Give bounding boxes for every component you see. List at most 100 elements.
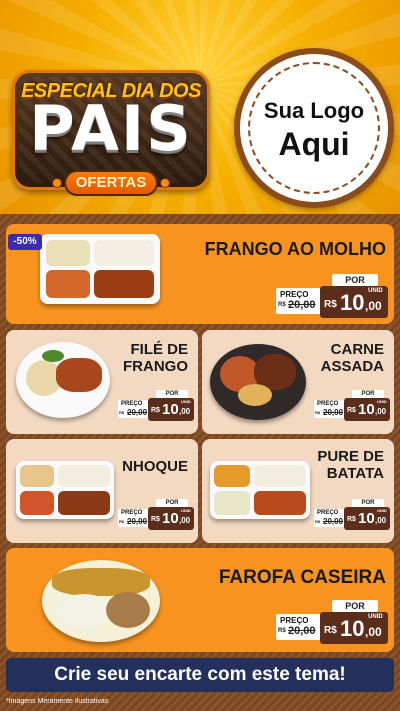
currency: R$ [347, 516, 356, 523]
product-name: PURE DE BATATA [302, 448, 384, 482]
food-meat [254, 491, 306, 515]
old-price: 20,00 [127, 517, 148, 526]
old-price: 20,00 [127, 408, 148, 417]
food-beans [106, 592, 150, 628]
food-herbs [42, 350, 64, 362]
new-price-box: R$ 10 ,00 UNID [148, 398, 194, 421]
product-card-pure-de-batata[interactable]: PURE DE BATATA POR PREÇO R$ 20,00 R$ 10 … [202, 439, 394, 543]
price-integer: 10 [358, 510, 375, 527]
price-decimal: ,00 [375, 407, 387, 416]
price-tag: POR PREÇO R$ 20,00 R$ 10 ,00 UNID [118, 390, 194, 422]
food-rice [56, 594, 112, 628]
currency: R$ [347, 407, 356, 414]
product-name-line1: CARNE [330, 341, 384, 358]
unit-label: UNID [368, 614, 383, 620]
price-integer: 10 [340, 616, 365, 641]
price-integer: 10 [162, 401, 179, 418]
old-currency: R$ [278, 628, 286, 634]
new-price-box: R$ 10 ,00 UNID [320, 286, 388, 318]
product-card-file-de-frango[interactable]: FILÉ DE FRANGO POR PREÇO R$ 20,00 R$ 10 … [6, 330, 198, 434]
badge-main-text: PAIS [29, 92, 193, 165]
price-decimal: ,00 [375, 516, 387, 525]
por-label: POR [332, 274, 378, 286]
food-vegetables [46, 270, 90, 298]
old-price-box: PREÇO R$ 20,00 [276, 614, 322, 640]
old-price: 20,00 [288, 299, 316, 311]
food-rice [46, 240, 90, 266]
por-label: POR [332, 600, 378, 612]
food-image [16, 461, 114, 519]
food-sauce [20, 491, 54, 515]
food-pasta [20, 465, 54, 487]
price-integer: 10 [162, 510, 179, 527]
product-name: NHOQUE [122, 458, 188, 475]
footnote: *Imagens Meramente Ilustrativas [6, 698, 109, 705]
unit-label: UNID [377, 399, 387, 404]
food-chicken [94, 270, 154, 298]
product-name-line2: BATATA [326, 464, 384, 482]
unit-label: UNID [377, 508, 387, 513]
food-image [42, 560, 160, 642]
bolt-icon [160, 178, 170, 188]
product-card-farofa-caseira[interactable]: FAROFA CASEIRA POR PREÇO R$ 20,00 R$ 10 … [6, 548, 394, 652]
product-name: CARNE ASSADA [302, 341, 384, 375]
food-meat [58, 491, 110, 515]
food-image [40, 234, 160, 304]
cta-banner[interactable]: Crie seu encarte com este tema! [6, 658, 394, 692]
product-name: FRANGO AO MOLHO [204, 239, 386, 259]
header: ESPECIAL DIA DOS PAIS OFERTAS Sua Logo A… [0, 0, 400, 214]
discount-badge: -50% [8, 234, 42, 250]
food-rice [58, 465, 110, 487]
food-puree [214, 491, 250, 515]
preco-label: PREÇO [121, 401, 143, 407]
price-tag: POR PREÇO R$ 20,00 R$ 10 ,00 UNID [276, 274, 388, 320]
currency: R$ [324, 625, 337, 636]
product-name-line1: PURE DE [317, 448, 384, 465]
unit-label: UNID [181, 508, 191, 513]
logo-text-line1: Sua Logo [263, 98, 365, 123]
product-name: FILÉ DE FRANGO [106, 341, 188, 375]
product-card-frango-ao-molho[interactable]: FRANGO AO MOLHO POR PREÇO R$ 20,00 R$ 10… [6, 224, 394, 324]
product-card-carne-assada[interactable]: CARNE ASSADA POR PREÇO R$ 20,00 R$ 10 ,0… [202, 330, 394, 434]
food-farofa [52, 568, 150, 596]
currency: R$ [151, 407, 160, 414]
price-decimal: ,00 [365, 625, 382, 639]
old-currency: R$ [278, 302, 286, 308]
old-price: 20,00 [323, 408, 344, 417]
product-card-nhoque[interactable]: NHOQUE POR PREÇO R$ 20,00 R$ 10 ,00 UNID [6, 439, 198, 543]
preco-label: PREÇO [280, 616, 309, 625]
old-price: 20,00 [323, 517, 344, 526]
old-price-box: PREÇO R$ 20,00 [314, 509, 346, 527]
old-currency: R$ [315, 519, 321, 524]
ofertas-pill: OFERTAS [64, 170, 158, 196]
food-rice [254, 465, 306, 487]
new-price-box: R$ 10 ,00 UNID [148, 507, 194, 530]
currency: R$ [151, 516, 160, 523]
especial-dia-dos-pais-badge: ESPECIAL DIA DOS PAIS OFERTAS [8, 56, 214, 198]
food-image [210, 344, 306, 420]
food-image [16, 342, 110, 418]
preco-label: PREÇO [317, 510, 339, 516]
price-decimal: ,00 [179, 407, 191, 416]
food-corn [214, 465, 250, 487]
price-tag: POR PREÇO R$ 20,00 R$ 10 ,00 UNID [314, 499, 390, 531]
bolt-icon [52, 178, 62, 188]
logo-text-line2: Aqui [278, 126, 350, 162]
old-price-box: PREÇO R$ 20,00 [118, 400, 150, 418]
new-price-box: R$ 10 ,00 UNID [344, 507, 390, 530]
price-decimal: ,00 [365, 299, 382, 313]
old-price-box: PREÇO R$ 20,00 [314, 400, 346, 418]
old-price-box: PREÇO R$ 20,00 [276, 288, 322, 314]
unit-label: UNID [181, 399, 191, 404]
old-currency: R$ [119, 519, 125, 524]
new-price-box: R$ 10 ,00 UNID [320, 612, 388, 644]
food-image [210, 461, 310, 519]
logo-placeholder[interactable]: Sua Logo Aqui [234, 48, 394, 208]
price-tag: POR PREÇO R$ 20,00 R$ 10 ,00 UNID [314, 390, 390, 422]
product-name-line2: ASSADA [320, 357, 384, 375]
food-chicken [56, 358, 102, 392]
price-tag: POR PREÇO R$ 20,00 R$ 10 ,00 UNID [118, 499, 194, 531]
currency: R$ [324, 299, 337, 310]
old-currency: R$ [119, 410, 125, 415]
product-name-line2: FRANGO [123, 357, 188, 375]
